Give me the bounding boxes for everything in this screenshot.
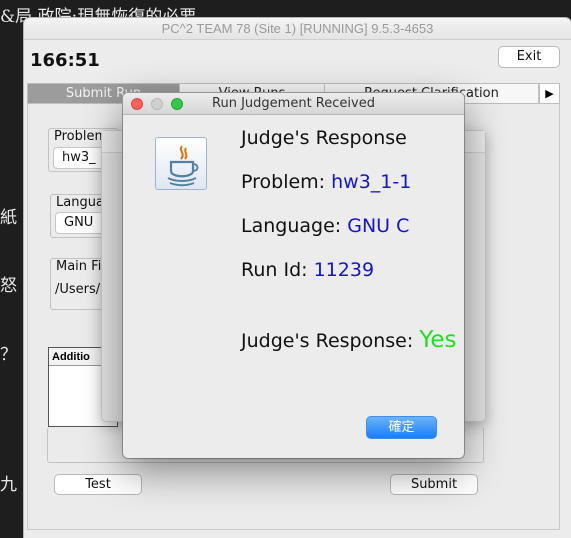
response-row-label: Judge's Response:: [241, 330, 414, 352]
problem-row: Problem: hw3_1-1: [241, 171, 411, 193]
dialog-title: Run Judgement Received: [212, 96, 375, 111]
problem-row-label: Problem:: [241, 171, 326, 193]
judge-response-heading: Judge's Response: [241, 127, 407, 149]
test-button[interactable]: Test: [54, 474, 142, 495]
runid-row: Run Id: 11239: [241, 259, 374, 281]
response-row-value: Yes: [419, 327, 457, 353]
tab-scroll-right-icon[interactable]: ▶: [539, 84, 559, 103]
bg-text-line-3: 怒: [0, 276, 17, 296]
response-row: Judge's Response: Yes: [241, 327, 456, 353]
language-row-value: GNU C: [347, 215, 410, 237]
runid-row-label: Run Id:: [241, 259, 308, 281]
java-coffee-icon: [155, 137, 207, 190]
ok-button[interactable]: 確定: [366, 416, 437, 439]
problem-label: Problem: [54, 129, 108, 144]
maximize-icon[interactable]: [171, 98, 183, 110]
runid-row-value: 11239: [313, 259, 375, 281]
problem-row-value: hw3_1-1: [331, 171, 412, 193]
main-window-title[interactable]: PC^2 TEAM 78 (Site 1) [RUNNING] 9.5.3-46…: [24, 18, 571, 40]
dialog-titlebar[interactable]: Run Judgement Received: [123, 93, 464, 115]
bg-text-line-2: 紙: [0, 208, 17, 228]
language-label: Langua: [56, 195, 104, 210]
language-row-label: Language:: [241, 215, 342, 237]
close-icon[interactable]: [131, 98, 143, 110]
bg-text-line-4: ？: [0, 345, 17, 365]
main-file-label: Main Fi: [56, 259, 102, 274]
language-row: Language: GNU C: [241, 215, 409, 237]
submit-button[interactable]: Submit: [390, 474, 478, 495]
minimize-icon[interactable]: [151, 98, 163, 110]
exit-button[interactable]: Exit: [498, 46, 560, 68]
run-judgement-dialog: Run Judgement Received Judge's Response …: [123, 93, 464, 458]
bg-text-line-5: 九: [0, 475, 17, 495]
contest-clock: 166:51: [30, 50, 100, 71]
